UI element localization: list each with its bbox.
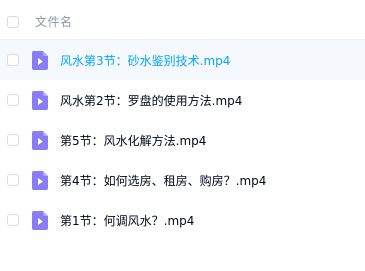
select-all-checkbox[interactable] [7, 15, 19, 28]
video-file-icon [32, 50, 48, 70]
file-name[interactable]: 风水第3节：砂水鉴别技术.mp4 [60, 52, 230, 69]
file-row[interactable]: 第4节：如何选房、租房、购房？.mp4 [0, 160, 365, 200]
file-row[interactable]: 风水第2节：罗盘的使用方法.mp4 [0, 80, 365, 120]
file-row[interactable]: 风水第3节：砂水鉴别技术.mp4 [0, 40, 365, 80]
file-list: 文件名 风水第3节：砂水鉴别技术.mp4 风水第2节：罗盘的使用方法.mp4 第… [0, 0, 365, 271]
file-name[interactable]: 第4节：如何选房、租房、购房？.mp4 [60, 172, 266, 189]
video-file-icon [32, 90, 48, 110]
file-name[interactable]: 第1节：何调风水？.mp4 [60, 212, 194, 229]
video-file-icon [32, 130, 48, 150]
row-checkbox[interactable] [7, 134, 19, 146]
file-row[interactable]: 第5节：风水化解方法.mp4 [0, 120, 365, 160]
file-name[interactable]: 第5节：风水化解方法.mp4 [60, 132, 206, 149]
file-list-header: 文件名 [0, 4, 365, 40]
file-name[interactable]: 风水第2节：罗盘的使用方法.mp4 [60, 92, 242, 109]
row-checkbox[interactable] [7, 54, 19, 66]
video-file-icon [32, 170, 48, 190]
column-name-label[interactable]: 文件名 [35, 13, 73, 30]
file-row[interactable]: 第1节：何调风水？.mp4 [0, 200, 365, 240]
row-checkbox[interactable] [7, 94, 19, 106]
video-file-icon [32, 210, 48, 230]
row-checkbox[interactable] [7, 214, 19, 226]
row-checkbox[interactable] [7, 174, 19, 186]
